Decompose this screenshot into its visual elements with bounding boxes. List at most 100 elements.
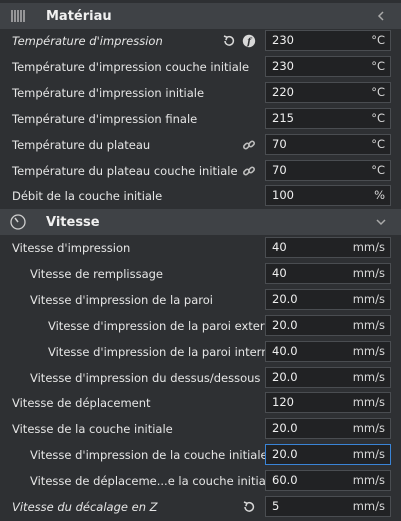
setting-value-field[interactable]: 20.0 mm/s bbox=[265, 288, 391, 310]
setting-label: Vitesse d'impression de la couche initia… bbox=[30, 448, 268, 463]
setting-value[interactable]: 100 bbox=[272, 186, 294, 205]
setting-value-field[interactable]: 70 °C bbox=[265, 159, 391, 181]
setting-unit: °C bbox=[371, 84, 385, 99]
setting-unit: °C bbox=[371, 58, 385, 73]
setting-label: Débit de la couche initiale bbox=[12, 189, 163, 204]
setting-row: Température d'impression finale 215 °C bbox=[0, 107, 401, 132]
setting-label: Vitesse d'impression du dessus/dessous bbox=[30, 370, 261, 385]
setting-label: Température du plateau couche initiale bbox=[12, 163, 238, 178]
setting-row: Vitesse de déplaceme...e la couche initi… bbox=[0, 469, 401, 494]
setting-value[interactable]: 20.0 bbox=[272, 316, 298, 335]
setting-row: Vitesse d'impression de la paroi 20.0 mm/s bbox=[0, 288, 401, 313]
setting-label: Température d'impression couche initiale bbox=[12, 59, 250, 74]
setting-unit: mm/s bbox=[352, 343, 385, 358]
setting-row: Vitesse d'impression de la paroi interne… bbox=[0, 340, 401, 365]
setting-unit: % bbox=[374, 188, 385, 203]
setting-unit: °C bbox=[371, 136, 385, 151]
speedometer-icon bbox=[8, 213, 28, 231]
setting-row: Vitesse d'impression 40 mm/s bbox=[0, 236, 401, 261]
section-speed[interactable]: Vitesse bbox=[0, 209, 401, 235]
setting-row: Température d'impression couche initiale… bbox=[0, 55, 401, 80]
setting-row: Température d'impression initiale 220 °C bbox=[0, 81, 401, 106]
setting-value[interactable]: 20.0 bbox=[272, 290, 298, 309]
reset-icon[interactable] bbox=[222, 34, 236, 48]
setting-value-field[interactable]: 40 mm/s bbox=[265, 262, 391, 284]
setting-value-field[interactable]: 60.0 mm/s bbox=[265, 470, 391, 492]
setting-unit: mm/s bbox=[352, 265, 385, 280]
section-material-title: Matériau bbox=[46, 8, 112, 24]
setting-label: Vitesse d'impression de la paroi interne bbox=[48, 344, 276, 359]
setting-value[interactable]: 70 bbox=[272, 161, 287, 180]
setting-value[interactable]: 120 bbox=[272, 393, 294, 412]
setting-value[interactable]: 20.0 bbox=[272, 419, 298, 438]
setting-value-field[interactable]: 20.0 mm/s bbox=[265, 444, 391, 466]
setting-label: Vitesse d'impression de la paroi bbox=[30, 292, 213, 307]
setting-unit: mm/s bbox=[352, 369, 385, 384]
setting-unit: °C bbox=[371, 110, 385, 125]
setting-value[interactable]: 20.0 bbox=[272, 368, 298, 387]
setting-value[interactable]: 70 bbox=[272, 135, 287, 154]
setting-value[interactable]: 230 bbox=[272, 31, 294, 50]
setting-value-field[interactable]: 215 °C bbox=[265, 107, 391, 129]
setting-unit: mm/s bbox=[352, 240, 385, 254]
setting-unit: mm/s bbox=[352, 421, 385, 436]
setting-row: Température d'impression f 230 °C bbox=[0, 29, 401, 54]
setting-label: Vitesse d'impression de la paroi externe bbox=[48, 318, 279, 333]
setting-row: Vitesse du décalage en Z 5 mm/s bbox=[0, 495, 401, 520]
setting-unit: mm/s bbox=[352, 395, 385, 410]
setting-value-field[interactable]: 230 °C bbox=[265, 55, 391, 77]
chevron-left-icon[interactable] bbox=[373, 8, 389, 24]
setting-value-field[interactable]: 5 mm/s bbox=[265, 496, 391, 517]
setting-value-field[interactable]: 40 mm/s bbox=[265, 237, 391, 258]
setting-row: Température du plateau couche initiale 70… bbox=[0, 159, 401, 184]
setting-value[interactable]: 40 bbox=[272, 264, 287, 283]
setting-row: Vitesse d'impression de la paroi externe… bbox=[0, 314, 401, 339]
setting-value-field[interactable]: 20.0 mm/s bbox=[265, 366, 391, 388]
setting-label: Vitesse de remplissage bbox=[30, 266, 163, 281]
setting-value[interactable]: 20.0 bbox=[272, 445, 298, 464]
setting-value[interactable]: 60.0 bbox=[272, 471, 298, 490]
setting-row: Vitesse d'impression du dessus/dessous 20… bbox=[0, 366, 401, 391]
setting-unit: °C bbox=[371, 33, 385, 47]
setting-label: Vitesse du décalage en Z bbox=[12, 500, 158, 514]
setting-label: Vitesse de la couche initiale bbox=[12, 422, 173, 437]
setting-value-field[interactable]: 20.0 mm/s bbox=[265, 314, 391, 336]
setting-value[interactable]: 230 bbox=[272, 57, 294, 76]
setting-value[interactable]: 40 bbox=[272, 238, 287, 257]
setting-label: Température d'impression bbox=[12, 34, 163, 48]
chevron-down-icon[interactable] bbox=[373, 214, 389, 230]
setting-value[interactable]: 40.0 bbox=[272, 342, 298, 361]
section-material[interactable]: Matériau bbox=[0, 3, 401, 29]
setting-row: Débit de la couche initiale 100% bbox=[0, 184, 401, 209]
reset-icon[interactable] bbox=[242, 500, 256, 514]
setting-value-field[interactable]: 230 °C bbox=[265, 30, 391, 51]
setting-unit: °C bbox=[371, 162, 385, 177]
setting-value-field[interactable]: 120 mm/s bbox=[265, 392, 391, 414]
setting-unit: mm/s bbox=[352, 317, 385, 332]
setting-unit: mm/s bbox=[352, 499, 385, 513]
setting-value[interactable]: 220 bbox=[272, 83, 294, 102]
setting-label: Vitesse de déplacement bbox=[12, 396, 151, 411]
setting-value-field[interactable]: 20.0 mm/s bbox=[265, 418, 391, 440]
spool-icon bbox=[8, 7, 28, 25]
setting-unit: mm/s bbox=[352, 447, 385, 462]
setting-value-field[interactable]: 100% bbox=[265, 185, 391, 207]
setting-label: Vitesse d'impression bbox=[12, 241, 131, 255]
setting-value[interactable]: 215 bbox=[272, 109, 294, 128]
setting-label: Vitesse de déplaceme...e la couche initi… bbox=[30, 474, 277, 489]
setting-value-field[interactable]: 70 °C bbox=[265, 133, 391, 155]
setting-row: Vitesse de la couche initiale 20.0 mm/s bbox=[0, 417, 401, 442]
link-icon[interactable] bbox=[242, 138, 256, 152]
link-icon[interactable] bbox=[242, 164, 256, 178]
setting-row: Vitesse de remplissage 40 mm/s bbox=[0, 262, 401, 287]
setting-label: Température du plateau bbox=[12, 137, 151, 152]
function-icon[interactable]: f bbox=[242, 34, 256, 48]
setting-label: Température d'impression initiale bbox=[12, 85, 205, 100]
setting-value[interactable]: 5 bbox=[272, 497, 279, 516]
setting-value-field[interactable]: 40.0 mm/s bbox=[265, 340, 391, 362]
setting-value-field[interactable]: 220 °C bbox=[265, 81, 391, 103]
setting-unit: mm/s bbox=[352, 291, 385, 306]
setting-row: Vitesse d'impression de la couche initia… bbox=[0, 443, 401, 468]
section-speed-title: Vitesse bbox=[46, 214, 100, 230]
setting-label: Température d'impression finale bbox=[12, 111, 198, 126]
